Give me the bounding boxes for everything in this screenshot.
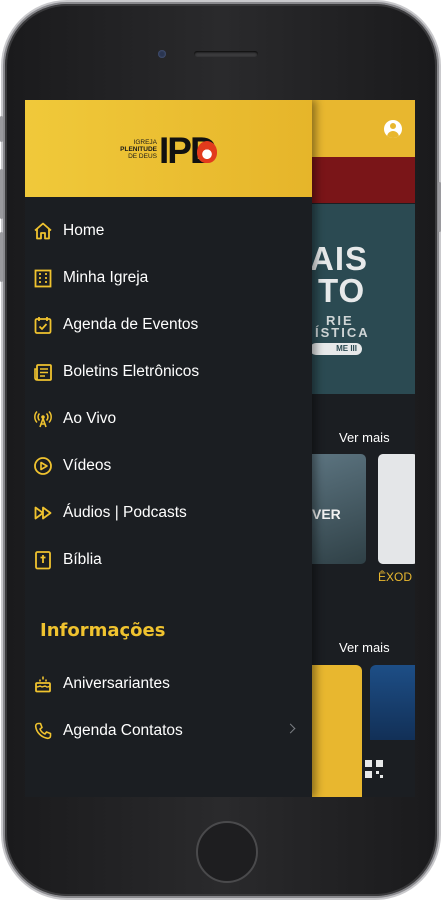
menu-item-label: Boletins Eletrônicos (63, 363, 200, 380)
see-more-link-1[interactable]: Ver mais (339, 430, 390, 445)
drawer-header: IGREJA PLENITUDE DE DEUS IPD (25, 100, 312, 197)
newspaper-icon (34, 364, 52, 381)
menu-item-boletins[interactable]: Boletins Eletrônicos (25, 353, 312, 393)
home-icon (34, 222, 52, 240)
cake-icon (35, 676, 51, 693)
menu-item-ao-vivo[interactable]: Ao Vivo (25, 400, 312, 440)
logo-text-line3: DE DEUS (128, 153, 157, 160)
app-screen: AIS TO RIE ÍSTICA ME III Ver mais VER ÊX… (25, 100, 415, 797)
broadcast-icon (34, 410, 52, 428)
building-icon (34, 269, 52, 288)
menu-item-label: Ao Vivo (63, 410, 117, 427)
fast-forward-icon (34, 506, 52, 520)
menu-item-agenda-eventos[interactable]: Agenda de Eventos (25, 306, 312, 346)
menu-item-aniversariantes[interactable]: Aniversariantes (25, 665, 312, 705)
play-circle-icon (34, 457, 52, 475)
banner-title-line1: AIS (312, 240, 369, 277)
flame-icon (197, 141, 217, 163)
content-card[interactable] (378, 454, 415, 564)
menu-item-home[interactable]: Home (25, 212, 312, 252)
section-title-informacoes: Informações (40, 620, 166, 641)
user-icon[interactable] (384, 120, 402, 138)
content-card[interactable] (370, 665, 415, 740)
featured-banner[interactable]: AIS TO RIE ÍSTICA ME III (312, 204, 415, 394)
menu-item-label: Home (63, 222, 105, 239)
menu-item-videos[interactable]: Vídeos (25, 447, 312, 487)
menu-item-label: Agenda de Eventos (63, 316, 199, 333)
chevron-right-icon (285, 723, 296, 734)
red-banner-strip (312, 157, 415, 203)
banner-pill: ME III (312, 343, 362, 355)
navigation-drawer: IGREJA PLENITUDE DE DEUS IPD Home Minha … (25, 100, 312, 797)
content-card[interactable] (312, 665, 362, 797)
power-button (438, 182, 441, 232)
card-caption: ÊXOD (378, 570, 413, 584)
logo-text-line2: PLENITUDE (120, 146, 157, 153)
church-logo: IGREJA PLENITUDE DE DEUS IPD (105, 131, 230, 172)
menu-item-label: Bíblia (63, 551, 102, 568)
content-card[interactable]: VER (312, 454, 366, 564)
menu-item-label: Agenda Contatos (63, 722, 183, 739)
volume-down-button (0, 232, 3, 282)
logo-text-line1: IGREJA (133, 139, 157, 146)
menu-item-biblia[interactable]: Bíblia (25, 541, 312, 581)
menu-item-label: Minha Igreja (63, 269, 149, 286)
menu-item-minha-igreja[interactable]: Minha Igreja (25, 259, 312, 299)
calendar-check-icon (34, 317, 52, 334)
home-button (196, 821, 258, 883)
menu-item-agenda-contatos[interactable]: Agenda Contatos (25, 712, 312, 752)
menu-item-label: Vídeos (63, 457, 112, 474)
menu-item-label: Aniversariantes (63, 675, 170, 692)
menu-item-label: Áudios | Podcasts (63, 504, 187, 521)
phone-icon (34, 722, 52, 740)
volume-up-button (0, 169, 3, 219)
front-camera (158, 50, 166, 58)
mute-switch (0, 116, 3, 142)
banner-title-line2: TO (318, 272, 366, 309)
banner-subtitle-line2: ÍSTICA (315, 325, 370, 340)
card-title: VER (312, 506, 341, 522)
qr-code-icon[interactable] (365, 760, 383, 778)
menu-item-audios-podcasts[interactable]: Áudios | Podcasts (25, 494, 312, 534)
see-more-link-2[interactable]: Ver mais (339, 640, 390, 655)
bible-icon (35, 551, 51, 570)
earpiece-speaker (194, 51, 258, 57)
